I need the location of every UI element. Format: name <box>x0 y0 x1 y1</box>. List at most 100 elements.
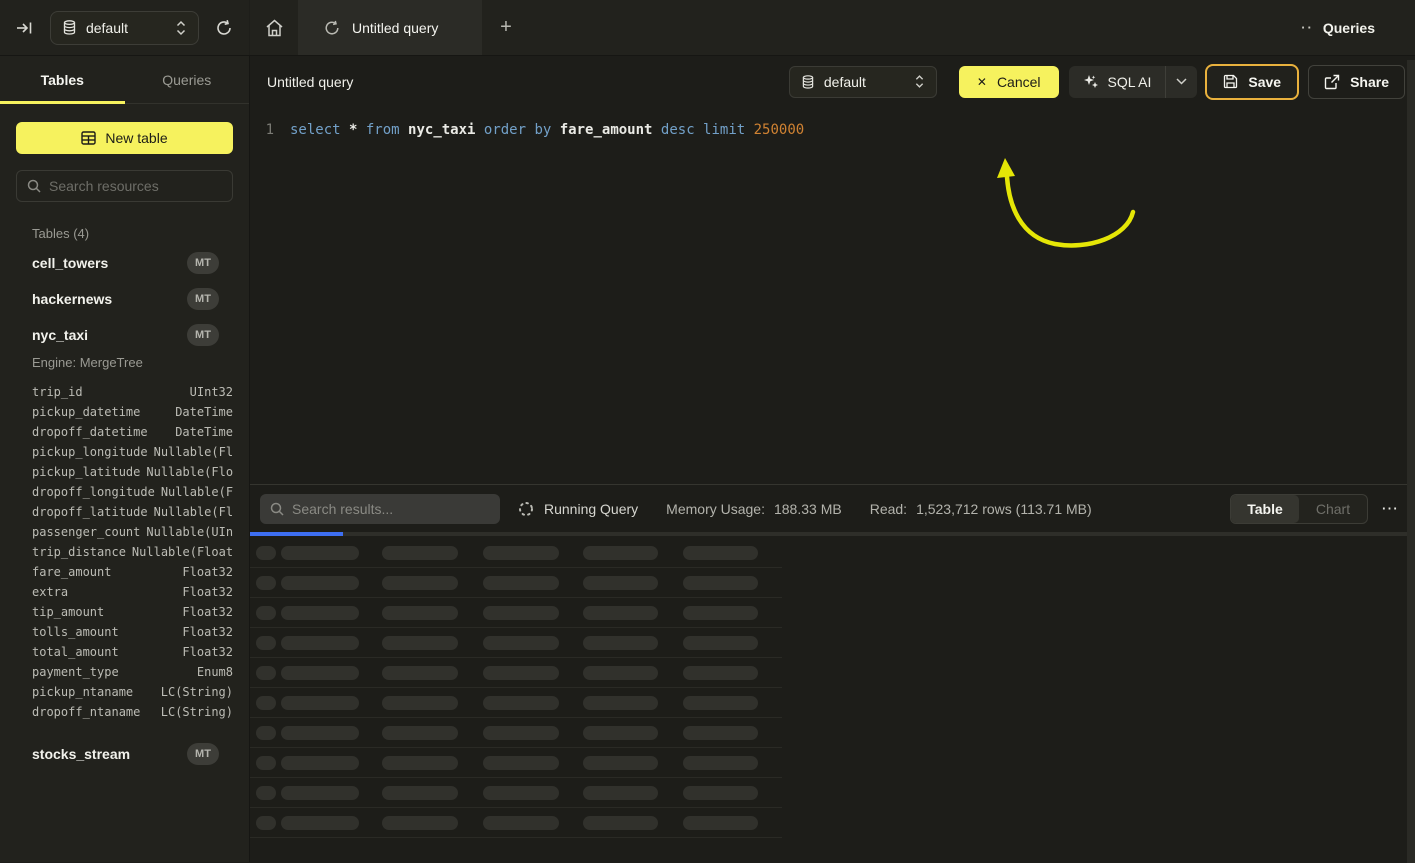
table-column-row[interactable]: dropoff_datetime DateTime <box>16 422 233 442</box>
ellipsis-icon: ⋯ <box>1381 499 1399 518</box>
results-panel: Running Query Memory Usage: 188.33 MB Re… <box>250 484 1415 862</box>
skeleton-cell <box>683 786 758 800</box>
database-selector[interactable]: default <box>50 11 199 45</box>
skeleton-cell <box>483 756 559 770</box>
skeleton-cell <box>281 546 359 560</box>
results-more-button[interactable]: ⋯ <box>1381 504 1399 514</box>
vertical-scrollbar[interactable] <box>1407 60 1415 863</box>
skeleton-cell <box>583 636 658 650</box>
skeleton-cell <box>256 726 276 740</box>
skeleton-row <box>250 718 782 748</box>
engine-badge: MT <box>187 252 219 274</box>
table-column-row[interactable]: tolls_amount Float32 <box>16 622 233 642</box>
skeleton-row <box>250 658 782 688</box>
table-column-row[interactable]: passenger_count Nullable(UIn <box>16 522 233 542</box>
table-column-row[interactable]: trip_distance Nullable(Float <box>16 542 233 562</box>
table-item-nyc-taxi[interactable]: nyc_taxi MT <box>0 317 249 353</box>
skeleton-cell <box>256 696 276 710</box>
table-column-row[interactable]: fare_amount Float32 <box>16 562 233 582</box>
sidebar-collapse-button[interactable] <box>14 14 36 42</box>
refresh-icon <box>215 19 233 37</box>
cancel-query-button[interactable]: ✕ Cancel <box>959 66 1059 98</box>
table-column-row[interactable]: pickup_longitude Nullable(Fl <box>16 442 233 462</box>
skeleton-cell <box>382 666 458 680</box>
table-item-hackernews[interactable]: hackernews MT <box>0 281 249 317</box>
sql-editor[interactable]: 1 select * from nyc_taxi order by fare_a… <box>250 107 1415 484</box>
table-column-row[interactable]: pickup_ntaname LC(String) <box>16 682 233 702</box>
skeleton-cell <box>256 666 276 680</box>
skeleton-cell <box>483 816 559 830</box>
column-type: DateTime <box>175 405 233 419</box>
new-table-button[interactable]: New table <box>16 122 233 154</box>
column-name: dropoff_longitude <box>32 485 155 499</box>
table-column-row[interactable]: dropoff_latitude Nullable(Fl <box>16 502 233 522</box>
share-button[interactable]: Share <box>1308 65 1405 99</box>
table-column-row[interactable]: extra Float32 <box>16 582 233 602</box>
skeleton-cell <box>256 606 276 620</box>
skeleton-cell <box>683 696 758 710</box>
column-name: tip_amount <box>32 605 104 619</box>
query-progress-fill <box>250 532 343 536</box>
sql-ai-main[interactable]: SQL AI <box>1069 66 1166 98</box>
database-icon <box>802 75 814 89</box>
cancel-button-label: Cancel <box>997 74 1041 90</box>
column-name: fare_amount <box>32 565 111 579</box>
sql-token: order by <box>484 122 560 138</box>
tab-title: Untitled query <box>352 20 438 36</box>
search-results-input[interactable] <box>292 501 490 517</box>
skeleton-cell <box>583 816 658 830</box>
home-button[interactable] <box>250 0 298 55</box>
sql-token: desc limit <box>661 122 754 138</box>
skeleton-cell <box>483 636 559 650</box>
table-column-row[interactable]: trip_id UInt32 <box>16 382 233 402</box>
new-tab-button[interactable]: + <box>482 0 530 55</box>
table-item-cell-towers[interactable]: cell_towers MT <box>0 245 249 281</box>
table-column-row[interactable]: pickup_latitude Nullable(Flo <box>16 462 233 482</box>
tab-bar: Untitled query + <box>250 0 1301 55</box>
sidebar-tab-queries[interactable]: Queries <box>125 56 250 103</box>
reload-database-button[interactable] <box>213 14 235 42</box>
save-button[interactable]: Save <box>1205 64 1299 100</box>
table-name: nyc_taxi <box>32 327 88 343</box>
loading-spinner-icon <box>518 501 534 517</box>
column-name: total_amount <box>32 645 119 659</box>
skeleton-row <box>250 538 782 568</box>
table-item-stocks-stream[interactable]: stocks_stream MT <box>0 736 249 772</box>
skeleton-cell <box>683 666 758 680</box>
skeleton-cell <box>583 756 658 770</box>
tab-untitled-query[interactable]: Untitled query <box>298 0 482 55</box>
view-chart-button[interactable]: Chart <box>1299 495 1367 523</box>
skeleton-cell <box>483 726 559 740</box>
view-table-button[interactable]: Table <box>1231 495 1299 523</box>
skeleton-cell <box>583 696 658 710</box>
queries-button-label: Queries <box>1323 20 1375 36</box>
share-button-label: Share <box>1350 74 1389 90</box>
sql-ai-button[interactable]: SQL AI <box>1069 66 1198 98</box>
query-running-spinner-icon <box>324 20 340 36</box>
skeleton-cell <box>281 756 359 770</box>
skeleton-cell <box>281 786 359 800</box>
column-type: Nullable(Flo <box>146 465 233 479</box>
search-resources-input[interactable] <box>49 178 230 194</box>
column-name: pickup_latitude <box>32 465 140 479</box>
sql-token: * <box>349 122 366 138</box>
table-column-row[interactable]: dropoff_ntaname LC(String) <box>16 702 233 722</box>
table-column-row[interactable]: pickup_datetime DateTime <box>16 402 233 422</box>
column-type: Nullable(F <box>161 485 233 499</box>
column-name: trip_id <box>32 385 83 399</box>
table-engine-label: Engine: MergeTree <box>32 355 249 370</box>
table-column-row[interactable]: payment_type Enum8 <box>16 662 233 682</box>
content-area: Tables Queries New table <box>0 56 1415 862</box>
nyc-taxi-columns-list: trip_id UInt32 pickup_datetime DateTime … <box>16 382 233 722</box>
table-column-row[interactable]: total_amount Float32 <box>16 642 233 662</box>
skeleton-cell <box>583 726 658 740</box>
sidebar-tab-tables[interactable]: Tables <box>0 56 125 103</box>
sql-ai-dropdown-button[interactable] <box>1165 66 1197 98</box>
query-database-selector[interactable]: default <box>789 66 937 98</box>
queries-button[interactable]: ·· Queries <box>1301 20 1375 36</box>
table-column-row[interactable]: dropoff_longitude Nullable(F <box>16 482 233 502</box>
skeleton-cell <box>583 786 658 800</box>
skeleton-cell <box>281 816 359 830</box>
search-icon <box>27 179 41 193</box>
table-column-row[interactable]: tip_amount Float32 <box>16 602 233 622</box>
